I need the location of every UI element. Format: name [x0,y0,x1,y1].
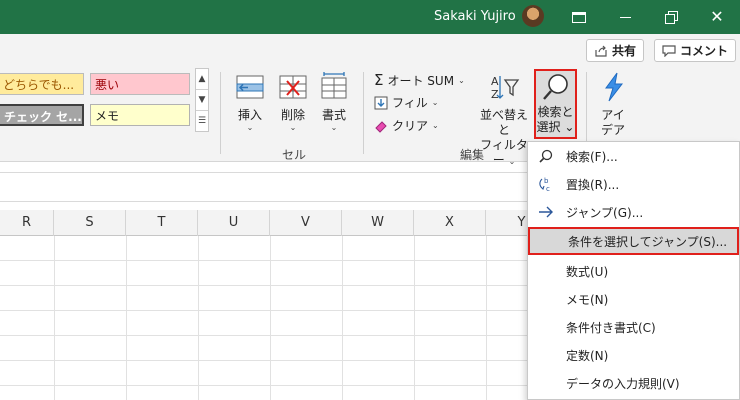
sort-filter-icon: AZ [488,72,520,102]
column-header[interactable]: S [54,210,126,236]
menu-item-data-validation[interactable]: データの入力規則(V) [528,369,739,397]
chevron-down-icon: ⌄ [508,157,516,166]
close-button[interactable]: ✕ [694,0,740,34]
replace-icon: bc [528,176,564,192]
insert-cells-icon [234,72,266,102]
chevron-down-icon: ⌄ [564,120,575,134]
menu-item-notes[interactable]: メモ(N) [528,285,739,313]
column-header[interactable]: W [342,210,414,236]
column-header[interactable]: T [126,210,198,236]
chevron-down-icon: ⌄ [458,75,465,85]
minimize-button[interactable] [602,0,648,34]
cells-group-label: セル [282,148,307,162]
ribbon-display-button[interactable] [556,0,602,34]
ribbon-display-icon [572,11,586,23]
insert-button[interactable]: 挿入 ⌄ [232,72,268,132]
column-header[interactable]: U [198,210,270,236]
find-select-menu: 検索(F)... bc 置換(R)... ジャンプ(G)... 条件を選択してジ… [527,141,740,400]
arrow-right-icon [528,206,564,218]
gallery-scroll[interactable]: ▲ ▼ ☰ [195,68,209,132]
svg-text:b: b [544,177,549,185]
close-icon: ✕ [710,7,724,26]
chevron-down-icon: ⌄ [431,98,439,107]
style-bad[interactable]: 悪い [90,73,190,95]
menu-item-constants[interactable]: 定数(N) [528,341,739,369]
chevron-down-icon: ⌄ [330,123,338,132]
autosum-button[interactable]: Σ オート SUM ⌄ [374,71,465,89]
delete-button[interactable]: 削除 ⌄ [275,72,311,132]
column-header[interactable]: X [414,210,486,236]
restore-icon [665,11,678,24]
find-select-button[interactable]: 検索と 選択 ⌄ [534,69,577,139]
share-button[interactable]: 共有 [586,39,645,62]
svg-text:c: c [546,185,550,192]
title-bar: Sakaki Yujiro ✕ [0,0,740,34]
menu-item-goto[interactable]: ジャンプ(G)... [528,198,739,226]
format-button[interactable]: 書式 ⌄ [316,72,352,132]
style-neutral[interactable]: どちらでも... [0,73,84,95]
style-note[interactable]: メモ [90,104,190,126]
sort-filter-button[interactable]: AZ 並べ替えと フィルター ⌄ [476,72,532,169]
sigma-icon: Σ [374,71,384,89]
menu-item-conditional-formatting[interactable]: 条件付き書式(C) [528,313,739,341]
comment-icon [662,44,676,57]
chevron-down-icon: ⌄ [246,123,254,132]
avatar[interactable] [522,5,544,27]
gallery-up-icon[interactable]: ▲ [196,69,208,90]
gallery-down-icon[interactable]: ▼ [196,90,208,111]
minimize-icon [619,16,631,18]
delete-cells-icon [277,72,309,102]
fill-down-icon [374,96,388,109]
format-cells-icon [318,72,350,102]
fill-button[interactable]: フィル ⌄ [374,94,438,111]
style-check-cell[interactable]: チェック セ... [0,104,84,126]
gallery-more-icon[interactable]: ☰ [196,111,208,132]
menu-item-goto-special[interactable]: 条件を選択してジャンプ(S)... [528,227,739,255]
svg-text:Z: Z [491,88,499,101]
search-icon [528,149,564,163]
group-separator [220,72,221,154]
ideas-button[interactable]: アイ デア [598,72,628,138]
lightning-icon [598,72,630,102]
svg-text:A: A [491,75,499,88]
column-header[interactable]: V [270,210,342,236]
user-name[interactable]: Sakaki Yujiro [434,9,516,24]
restore-button[interactable] [648,0,694,34]
menu-item-find[interactable]: 検索(F)... [528,142,739,170]
chevron-down-icon: ⌄ [432,121,439,130]
clear-button[interactable]: クリア ⌄ [374,117,439,134]
column-header[interactable]: R [0,210,54,236]
eraser-icon [375,120,387,133]
menu-item-replace[interactable]: bc 置換(R)... [528,170,739,198]
comment-button[interactable]: コメント [654,39,737,62]
search-icon [542,74,568,100]
editing-group-label: 編集 [460,148,485,162]
share-icon [595,45,607,57]
menu-item-formulas[interactable]: 数式(U) [528,257,739,285]
group-separator [363,72,364,154]
chevron-down-icon: ⌄ [289,123,297,132]
